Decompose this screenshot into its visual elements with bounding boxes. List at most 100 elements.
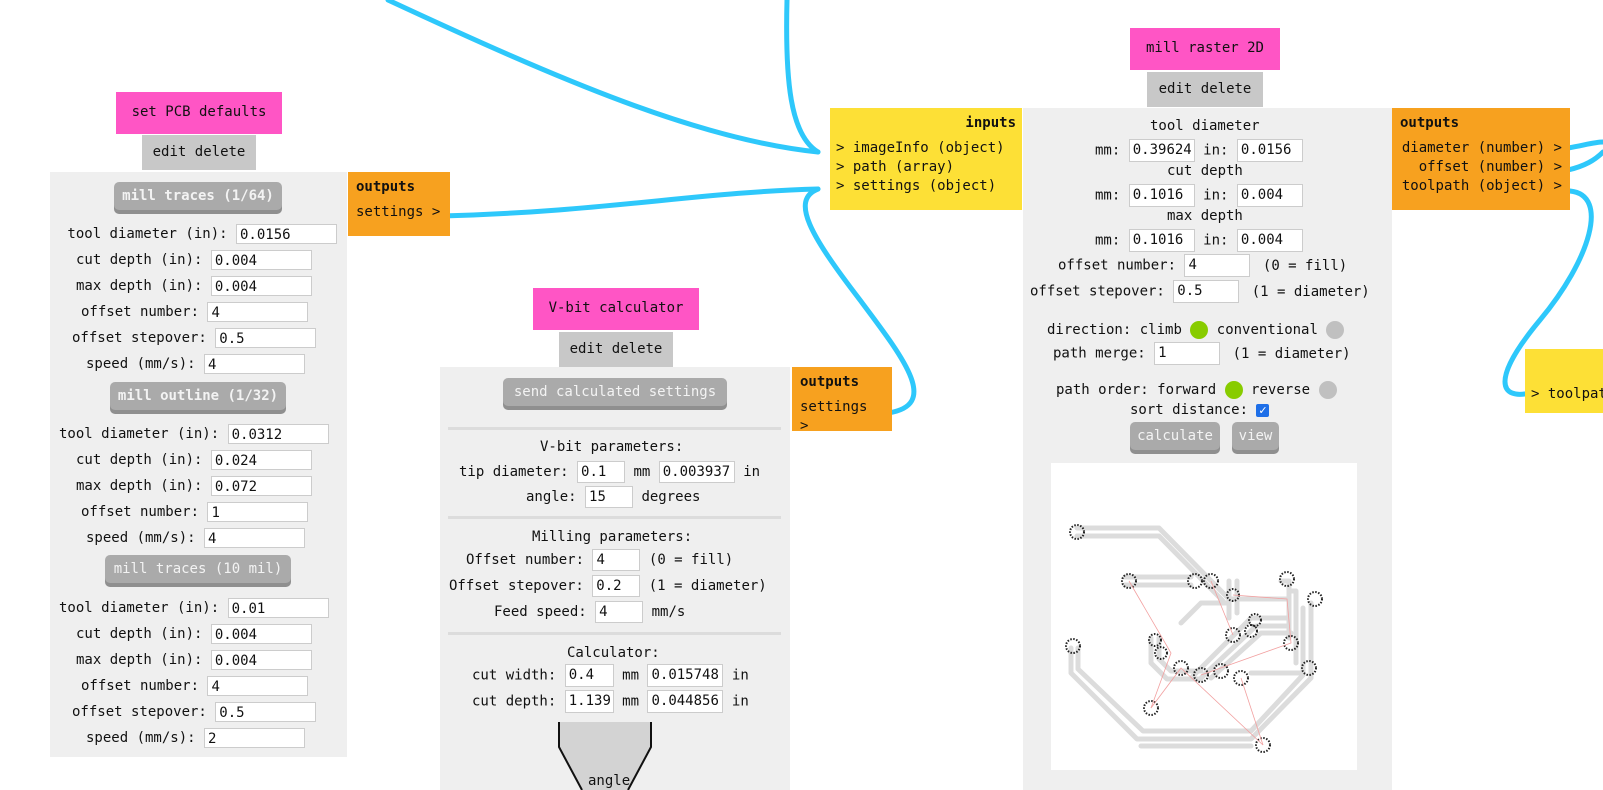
path-merge-input[interactable]: 1 (1154, 342, 1221, 365)
max-depth-input[interactable]: 0.004 (210, 650, 312, 670)
offset-number-input[interactable]: 4 (1184, 254, 1251, 277)
tip-diameter-row: tip diameter: 0.1 mm 0.003937 in (459, 461, 760, 483)
in-label: in: (1203, 142, 1229, 159)
offset-number-input[interactable]: 1 (207, 502, 309, 522)
max-depth-mm-input[interactable]: 0.1016 (1128, 229, 1195, 252)
output-toolpath[interactable]: toolpath (object) > (1400, 177, 1562, 196)
milling-heading: Milling parameters: (532, 529, 693, 545)
offset-number-input[interactable]: 4 (592, 549, 641, 571)
tool-diameter-input[interactable]: 0.0312 (227, 424, 329, 444)
feed-speed-input[interactable]: 4 (595, 601, 644, 623)
delete-button[interactable]: delete (1201, 81, 1252, 97)
cut-depth-label: cut depth: (472, 693, 557, 710)
cut-depth-input[interactable]: 0.004 (210, 250, 312, 270)
direction-conventional-label: conventional (1216, 322, 1318, 338)
pcb-defaults-title[interactable]: set PCB defaults (116, 92, 282, 134)
field-label: offset number: (81, 504, 200, 520)
offset-stepover-note: (1 = diameter) (1251, 283, 1370, 300)
tool-diameter-mm-input[interactable]: 0.39624 (1128, 139, 1195, 162)
max-depth-row: mm: 0.1016 in: 0.004 (1095, 229, 1303, 252)
tool-diameter-input[interactable]: 0.0156 (236, 224, 337, 244)
cut-depth-input[interactable]: 0.004 (210, 624, 312, 644)
mill-outline-132-button[interactable]: mill outline (1/32) (110, 382, 286, 410)
field-label: speed (mm/s): (86, 356, 196, 372)
max-depth-input[interactable]: 0.072 (210, 476, 312, 496)
mill-traces-164-button[interactable]: mill traces (1/64) (114, 182, 282, 210)
field-label: cut depth (in): (76, 452, 203, 468)
offset-stepover-input[interactable]: 0.5 (215, 328, 317, 348)
direction-climb-label: climb (1139, 322, 1182, 338)
speed-input[interactable]: 4 (204, 354, 306, 374)
output-diameter[interactable]: diameter (number) > (1400, 139, 1562, 158)
path-merge-row: path merge: 1 (1 = diameter) (1053, 342, 1351, 365)
tool-diameter-in-input[interactable]: 0.0156 (1236, 139, 1303, 162)
view-button[interactable]: view (1232, 422, 1279, 450)
offset-number-input[interactable]: 4 (207, 302, 309, 322)
mill-raster-inputs: inputs > imageInfo (object) > path (arra… (830, 108, 1022, 210)
cut-depth-mm-input[interactable]: 1.139 (564, 690, 614, 713)
input-toolpath[interactable]: > toolpat (1531, 385, 1603, 404)
offset-stepover-input[interactable]: 0.5 (215, 702, 317, 722)
edit-button[interactable]: edit (1159, 81, 1193, 97)
input-path[interactable]: > path (array) (836, 158, 1016, 177)
divider (448, 427, 781, 430)
cut-width-mm-input[interactable]: 0.4 (564, 664, 614, 687)
edit-button[interactable]: edit (570, 341, 604, 357)
vbit-heading: V-bit parameters: (540, 439, 684, 455)
tip-diameter-mm-input[interactable]: 0.1 (577, 461, 626, 483)
cut-depth-in-input[interactable]: 0.044856 (647, 690, 724, 713)
offset-stepover-input[interactable]: 0.5 (1173, 280, 1240, 303)
divider (448, 516, 781, 519)
sort-distance-row: sort distance: ✓ (1130, 402, 1270, 418)
outputs-label: outputs (1400, 115, 1460, 131)
max-depth-in-input[interactable]: 0.004 (1236, 229, 1303, 252)
mill-raster-2d-title[interactable]: mill raster 2D (1130, 28, 1280, 70)
delete-button[interactable]: delete (195, 144, 246, 160)
cut-depth-input[interactable]: 0.024 (210, 450, 312, 470)
unit-in: in (731, 693, 749, 710)
max-depth-input[interactable]: 0.004 (210, 276, 312, 296)
cut-depth-mm-input[interactable]: 0.1016 (1128, 184, 1195, 207)
send-calculated-settings-button[interactable]: send calculated settings (503, 378, 727, 406)
vbit-calculator-title[interactable]: V-bit calculator (533, 288, 699, 330)
output-offset[interactable]: offset (number) > (1400, 158, 1562, 177)
unit-mm: mm (633, 464, 651, 480)
speed-input[interactable]: 4 (204, 528, 306, 548)
tip-diameter-in-input[interactable]: 0.003937 (658, 461, 735, 483)
toolpath-preview (1051, 463, 1357, 770)
input-settings[interactable]: > settings (object) (836, 177, 1016, 196)
output-settings[interactable]: settings > (800, 398, 884, 436)
path-order-reverse-radio[interactable] (1318, 381, 1337, 399)
cut-width-in-input[interactable]: 0.015748 (647, 664, 724, 687)
pcb-field-row: cut depth (in): 0.004 (76, 624, 312, 644)
input-imageinfo[interactable]: > imageInfo (object) (836, 139, 1016, 158)
direction-conventional-radio[interactable] (1326, 321, 1345, 339)
pcb-field-row: offset number: 4 (81, 676, 309, 696)
tool-diameter-input[interactable]: 0.01 (227, 598, 329, 618)
sort-distance-checkbox[interactable]: ✓ (1256, 403, 1270, 417)
edit-button[interactable]: edit (153, 144, 187, 160)
inputs-label: inputs (965, 115, 1016, 131)
unit-in: in (743, 464, 761, 480)
field-label: offset stepover: (72, 704, 207, 720)
tip-diameter-label: tip diameter: (459, 464, 569, 480)
path-order-forward-radio[interactable] (1224, 381, 1243, 399)
field-label: tool diameter (in): (67, 226, 228, 242)
offset-stepover-input[interactable]: 0.2 (592, 575, 641, 597)
calculate-button[interactable]: calculate (1130, 422, 1220, 450)
cut-depth-in-input[interactable]: 0.004 (1236, 184, 1303, 207)
offset-number-input[interactable]: 4 (207, 676, 309, 696)
output-settings[interactable]: settings > (356, 203, 442, 222)
field-label: offset stepover: (72, 330, 207, 346)
speed-input[interactable]: 2 (204, 728, 306, 748)
path-order-forward-label: forward (1157, 382, 1217, 398)
angle-input[interactable]: 15 (585, 486, 634, 508)
field-label: offset number: (81, 678, 200, 694)
mill-traces-10mil-button[interactable]: mill traces (10 mil) (105, 555, 291, 583)
mm-label: mm: (1095, 187, 1121, 204)
pcb-field-row: max depth (in): 0.004 (76, 276, 312, 296)
direction-climb-radio[interactable] (1190, 321, 1209, 339)
offset-stepover-label: Offset stepover: (449, 578, 584, 594)
path-order-reverse-label: reverse (1251, 382, 1311, 398)
delete-button[interactable]: delete (612, 341, 663, 357)
